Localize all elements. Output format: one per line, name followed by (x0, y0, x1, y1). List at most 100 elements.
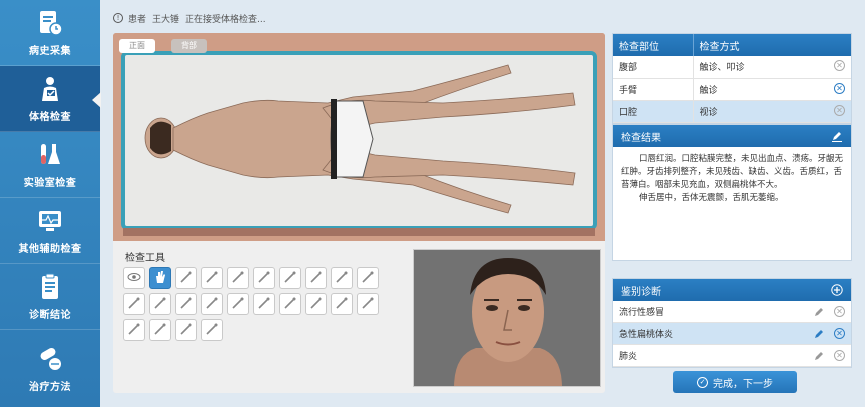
ruler-icon (360, 269, 376, 288)
probe-tool-button[interactable] (305, 293, 327, 315)
back-view-toggle[interactable]: 背部 (171, 39, 207, 53)
patient-label: 患者 (128, 14, 147, 25)
app-root: 病史采集 体格检查 实验室检查 其他辅助检查 诊断结论 治疗方法 ! 患者 王大… (0, 0, 865, 407)
sidebar-item-treatment[interactable]: 治疗方法 (0, 330, 100, 407)
hammer-tool-button[interactable] (227, 293, 249, 315)
diagnosis-label: 流行性感冒 (619, 308, 665, 318)
table-row[interactable]: 口腔 视诊 ✕ (613, 100, 851, 123)
stethoscope-tool-button[interactable] (227, 267, 249, 289)
tape-measure-tool-button[interactable] (253, 267, 275, 289)
sidebar-item-diagnosis[interactable]: 诊断结论 (0, 264, 100, 330)
tape-roll-tool-button[interactable] (123, 319, 145, 341)
eye-tool-button[interactable] (123, 267, 145, 289)
pin-tool-button[interactable] (331, 267, 353, 289)
body-viewer[interactable]: 正面 背部 (113, 33, 605, 241)
flashlight-tool-button[interactable] (305, 267, 327, 289)
tape-measure-icon (256, 269, 272, 288)
sidebar-item-label: 病史采集 (29, 46, 71, 57)
sidebar-item-aux-exam[interactable]: 其他辅助检查 (0, 198, 100, 264)
column-header-part: 检查部位 (613, 34, 693, 56)
diagnosis-panel: 鉴别诊断 流行性感冒 ✕ 急性扁桃体炎 ✕ 肺炎 ✕ (612, 278, 852, 368)
tweezers-tool-button[interactable] (253, 293, 275, 315)
edit-icon[interactable] (814, 307, 824, 317)
clock-clipboard-icon (35, 8, 65, 38)
otoscope-icon (204, 295, 220, 314)
reflex-hammer-icon (178, 269, 194, 288)
cotton-swab-icon (152, 295, 168, 314)
exam-method: 视诊 (699, 107, 718, 118)
sidebar-item-physical-exam[interactable]: 体格检查 (0, 66, 101, 132)
needle-tool-button[interactable] (123, 293, 145, 315)
patient-body-illustration[interactable] (113, 33, 605, 241)
bp-cuff-tool-button[interactable] (201, 319, 223, 341)
pin-icon (334, 269, 350, 288)
add-icon[interactable] (831, 284, 843, 296)
reflex-hammer-tool-button[interactable] (175, 267, 197, 289)
sidebar-item-label: 治疗方法 (29, 382, 71, 393)
remove-row-icon[interactable]: ✕ (834, 104, 845, 116)
tongue-depressor-tool-button[interactable] (279, 267, 301, 289)
sidebar-item-label: 诊断结论 (29, 310, 71, 321)
list-item[interactable]: 急性扁桃体炎 ✕ (613, 323, 851, 345)
result-header: 检查结果 (613, 125, 851, 147)
edit-icon[interactable] (814, 329, 824, 339)
sidebar-item-lab[interactable]: 实验室检查 (0, 132, 100, 198)
glove-tool-button[interactable] (149, 319, 171, 341)
list-item[interactable]: 流行性感冒 ✕ (613, 301, 851, 323)
status-text: 正在接受体格检查... (185, 14, 266, 25)
diagnosis-title: 鉴别诊断 (621, 286, 661, 298)
cotton-swab-tool-button[interactable] (149, 293, 171, 315)
monitor-icon (35, 206, 65, 236)
result-panel: 检查结果 口唇红润。口腔粘膜完整，未见出血点、溃疡。牙龈无红肿。牙齿排列整齐，未… (612, 124, 852, 261)
check-icon: ✓ (697, 376, 708, 388)
info-icon: ! (113, 13, 123, 23)
table-row[interactable]: 腹部 触诊、叩诊 ✕ (613, 56, 851, 79)
exam-part: 口腔 (613, 100, 693, 123)
remove-icon[interactable]: ✕ (834, 328, 845, 339)
needle-icon (126, 295, 142, 314)
otoscope-tool-button[interactable] (201, 293, 223, 315)
result-paragraph: 口唇红润。口腔粘膜完整，未见出血点、溃疡。牙龈无红肿。牙齿排列整齐，未见残齿、缺… (621, 154, 844, 190)
finish-next-label: 完成，下一步 (713, 378, 773, 390)
tongue-depressor-icon (282, 269, 298, 288)
remove-row-icon[interactable]: ✕ (834, 82, 845, 94)
clipboard-icon (35, 272, 65, 302)
test-tube-icon (35, 140, 65, 170)
hand-tool-button[interactable] (149, 267, 171, 289)
remove-icon[interactable]: ✕ (834, 306, 845, 317)
dropper-tool-button[interactable] (175, 319, 197, 341)
chart-tool-button[interactable] (331, 293, 353, 315)
remove-row-icon[interactable]: ✕ (834, 60, 845, 72)
tuning-fork-icon (282, 295, 298, 314)
dropper-icon (178, 321, 194, 340)
face-panel (413, 241, 605, 393)
hammer-icon (230, 295, 246, 314)
stethoscope-icon (230, 269, 246, 288)
tuning-fork-tool-button[interactable] (279, 293, 301, 315)
sidebar-item-history[interactable]: 病史采集 (0, 0, 100, 66)
patient-name: 王大锤 (152, 14, 180, 25)
edit-icon[interactable] (814, 351, 824, 361)
sidebar-item-label: 实验室检查 (23, 178, 77, 189)
finish-next-button[interactable]: ✓ 完成，下一步 (673, 371, 797, 393)
patient-face-image (413, 249, 601, 387)
sidebar-item-label: 其他辅助检查 (18, 244, 82, 255)
front-view-toggle[interactable]: 正面 (119, 39, 155, 53)
pills-icon (35, 344, 65, 374)
column-header-method: 检查方式 (692, 34, 851, 56)
glove-icon (152, 321, 168, 340)
thermometer-icon (178, 295, 194, 314)
pen-light-tool-button[interactable] (201, 267, 223, 289)
diagnosis-label: 肺炎 (619, 352, 638, 362)
result-title: 检查结果 (621, 132, 661, 144)
result-paragraph: 伸舌居中，舌体无震颤，舌肌无萎缩。 (639, 193, 784, 203)
gauze-tool-button[interactable] (357, 293, 379, 315)
list-item[interactable]: 肺炎 ✕ (613, 345, 851, 367)
remove-icon[interactable]: ✕ (834, 350, 845, 361)
table-row[interactable]: 手臂 触诊 ✕ (613, 78, 851, 101)
edit-icon[interactable] (831, 130, 843, 142)
thermometer-tool-button[interactable] (175, 293, 197, 315)
ruler-tool-button[interactable] (357, 267, 379, 289)
exam-method: 触诊、叩诊 (699, 63, 745, 74)
diagnosis-header: 鉴别诊断 (613, 279, 851, 301)
